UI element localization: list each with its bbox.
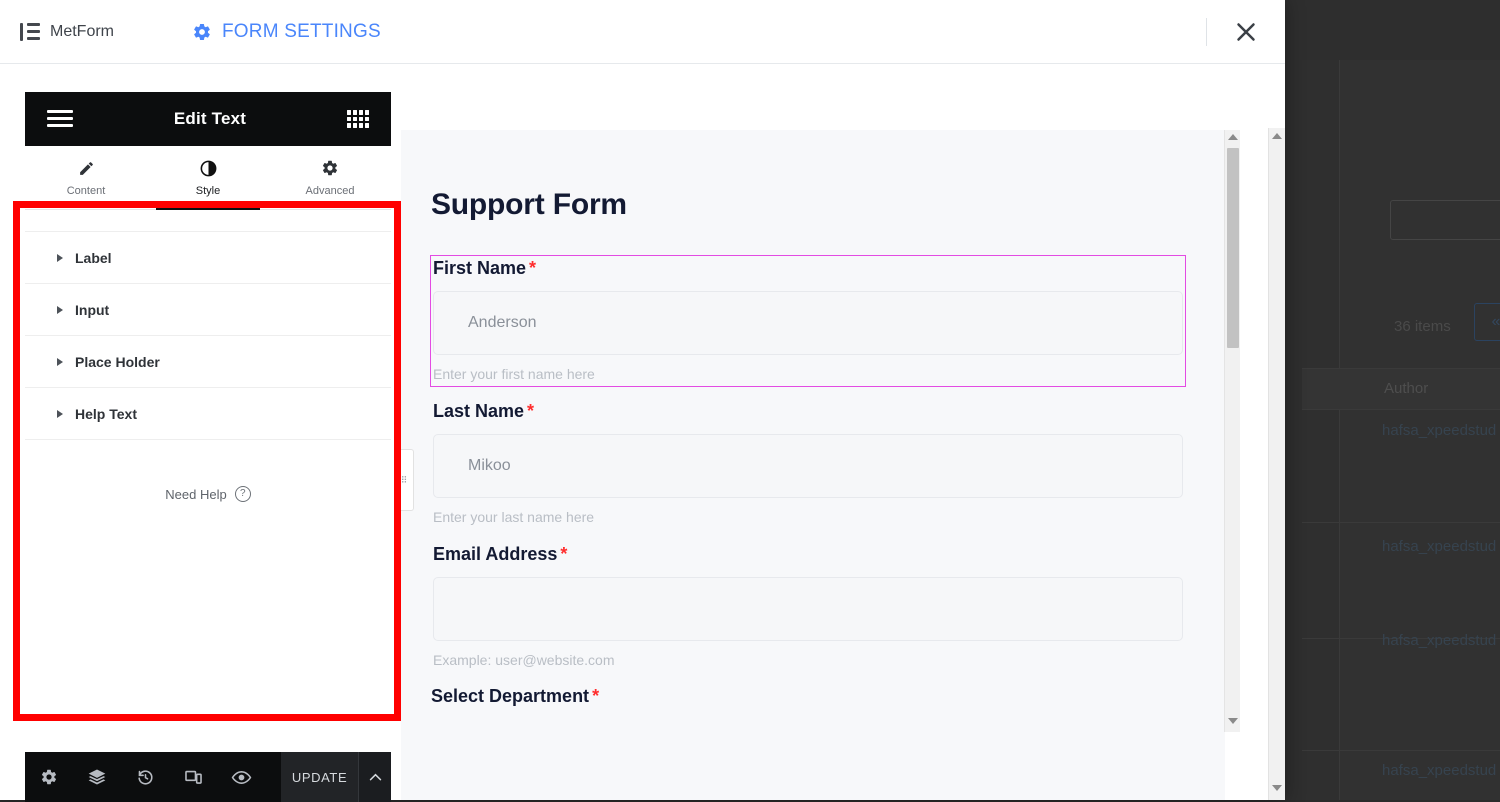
modal-body: Support Form First Name* Anderson Enter … — [0, 64, 1285, 800]
hamburger-icon[interactable] — [47, 110, 73, 128]
field-help-text: Example: user@website.com — [433, 652, 1183, 668]
field-label: Last Name* — [433, 401, 1183, 422]
style-sections: Label Input Place Holder Help Text Need … — [25, 210, 391, 502]
section-label[interactable]: Label — [25, 232, 391, 284]
brand-label: MetForm — [50, 23, 114, 41]
responsive-preview-icon[interactable] — [169, 752, 217, 802]
section-input[interactable]: Input — [25, 284, 391, 336]
history-icon[interactable] — [121, 752, 169, 802]
caret-right-icon — [57, 358, 63, 366]
triangle-up-icon[interactable] — [1228, 134, 1238, 144]
wp-table-header-row: Author — [1302, 368, 1500, 410]
gear-icon — [192, 22, 212, 42]
handle-dots: ⠿ — [401, 475, 409, 486]
panel-header: Edit Text — [25, 92, 391, 146]
wp-author-cell[interactable]: hafsa_xpeedstud — [1382, 422, 1496, 439]
required-asterisk: * — [527, 401, 534, 421]
pencil-icon — [78, 158, 95, 178]
field-help-text: Enter your last name here — [433, 509, 1183, 525]
triangle-up-icon[interactable] — [1272, 133, 1283, 143]
field-label-text: Last Name — [433, 401, 524, 421]
required-asterisk: * — [592, 686, 599, 706]
preview-scrollbar-thumb[interactable] — [1227, 148, 1239, 348]
metform-brand: MetForm — [20, 23, 114, 41]
settings-gear-icon[interactable] — [25, 752, 73, 802]
tab-label: Content — [67, 185, 106, 197]
wp-prev-page-button[interactable]: « — [1474, 303, 1500, 341]
wp-row-divider — [1302, 750, 1500, 751]
form-settings-button[interactable]: FORM SETTINGS — [192, 21, 381, 43]
metform-editor-modal: MetForm FORM SETTINGS Support Form — [0, 0, 1285, 800]
elementor-editor-panel: Edit Text Content — [25, 92, 391, 752]
form-field-first-name[interactable]: First Name* Anderson Enter your first na… — [431, 256, 1185, 386]
caret-right-icon — [57, 254, 63, 262]
list-icon — [20, 23, 40, 41]
caret-right-icon — [57, 306, 63, 314]
wp-search-input[interactable] — [1390, 200, 1500, 240]
panel-title: Edit Text — [174, 109, 246, 129]
form-settings-label: FORM SETTINGS — [222, 21, 381, 43]
field-label-text: First Name — [433, 258, 526, 278]
section-place-holder[interactable]: Place Holder — [25, 336, 391, 388]
need-help-link[interactable]: Need Help ? — [25, 486, 391, 502]
required-asterisk: * — [529, 258, 536, 278]
triangle-down-icon[interactable] — [1272, 785, 1283, 795]
update-button[interactable]: UPDATE — [281, 752, 358, 802]
wp-table-left-gutter — [1302, 60, 1340, 800]
section-title: Input — [75, 302, 109, 318]
need-help-label: Need Help — [165, 487, 226, 502]
editor-bottom-toolbar: UPDATE — [25, 752, 391, 802]
modal-scrollbar[interactable] — [1268, 128, 1285, 800]
section-title: Label — [75, 250, 112, 266]
tab-label: Style — [196, 185, 220, 197]
drag-handle-icon[interactable]: ⠿ — [396, 449, 414, 511]
form-field-last-name[interactable]: Last Name* Mikoo Enter your last name he… — [431, 399, 1185, 529]
tab-content[interactable]: Content — [25, 146, 147, 209]
section-spacer — [25, 210, 391, 232]
triangle-down-icon[interactable] — [1228, 718, 1238, 728]
required-asterisk: * — [560, 544, 567, 564]
eye-preview-icon[interactable] — [217, 752, 265, 802]
tab-style[interactable]: Style — [147, 146, 269, 209]
close-icon[interactable] — [1231, 17, 1261, 47]
field-label-text: Email Address — [433, 544, 557, 564]
caret-right-icon — [57, 410, 63, 418]
wp-posts-table: 36 items « Author hafsa_xpeedstud hafsa_… — [1302, 60, 1500, 800]
tab-advanced[interactable]: Advanced — [269, 146, 391, 209]
tab-label: Advanced — [306, 185, 355, 197]
field-label: Email Address* — [433, 544, 1183, 565]
email-address-input[interactable] — [433, 577, 1183, 641]
form-field-select-department-label: Select Department* — [431, 686, 1185, 707]
wp-author-cell[interactable]: hafsa_xpeedstud — [1382, 632, 1496, 649]
field-label: First Name* — [433, 258, 1183, 279]
section-help-text[interactable]: Help Text — [25, 388, 391, 440]
section-title: Place Holder — [75, 354, 160, 370]
preview-scrollbar[interactable] — [1224, 130, 1240, 732]
section-title: Help Text — [75, 406, 137, 422]
bottom-toolbar-icons — [25, 752, 265, 802]
wp-items-count: 36 items — [1394, 318, 1451, 335]
first-name-input[interactable]: Anderson — [433, 291, 1183, 355]
chevron-up-icon[interactable] — [358, 752, 391, 802]
form-preview-canvas: Support Form First Name* Anderson Enter … — [401, 130, 1225, 800]
wp-column-author: Author — [1384, 380, 1428, 397]
gear-icon — [321, 158, 339, 178]
question-circle-icon: ? — [235, 486, 251, 502]
form-field-email-address[interactable]: Email Address* Example: user@website.com — [431, 542, 1185, 672]
modal-header: MetForm FORM SETTINGS — [0, 0, 1285, 64]
field-help-text: Enter your first name here — [433, 366, 1183, 382]
wp-row-divider — [1302, 522, 1500, 523]
page-title: Support Form — [431, 188, 1185, 222]
contrast-icon — [199, 158, 218, 178]
wp-author-cell[interactable]: hafsa_xpeedstud — [1382, 762, 1496, 779]
wp-author-cell[interactable]: hafsa_xpeedstud — [1382, 538, 1496, 555]
panel-tabs: Content Style — [25, 146, 391, 210]
header-divider — [1206, 18, 1207, 46]
grid-icon[interactable] — [347, 110, 369, 128]
field-label-text: Select Department — [431, 686, 589, 706]
layers-navigator-icon[interactable] — [73, 752, 121, 802]
last-name-input[interactable]: Mikoo — [433, 434, 1183, 498]
